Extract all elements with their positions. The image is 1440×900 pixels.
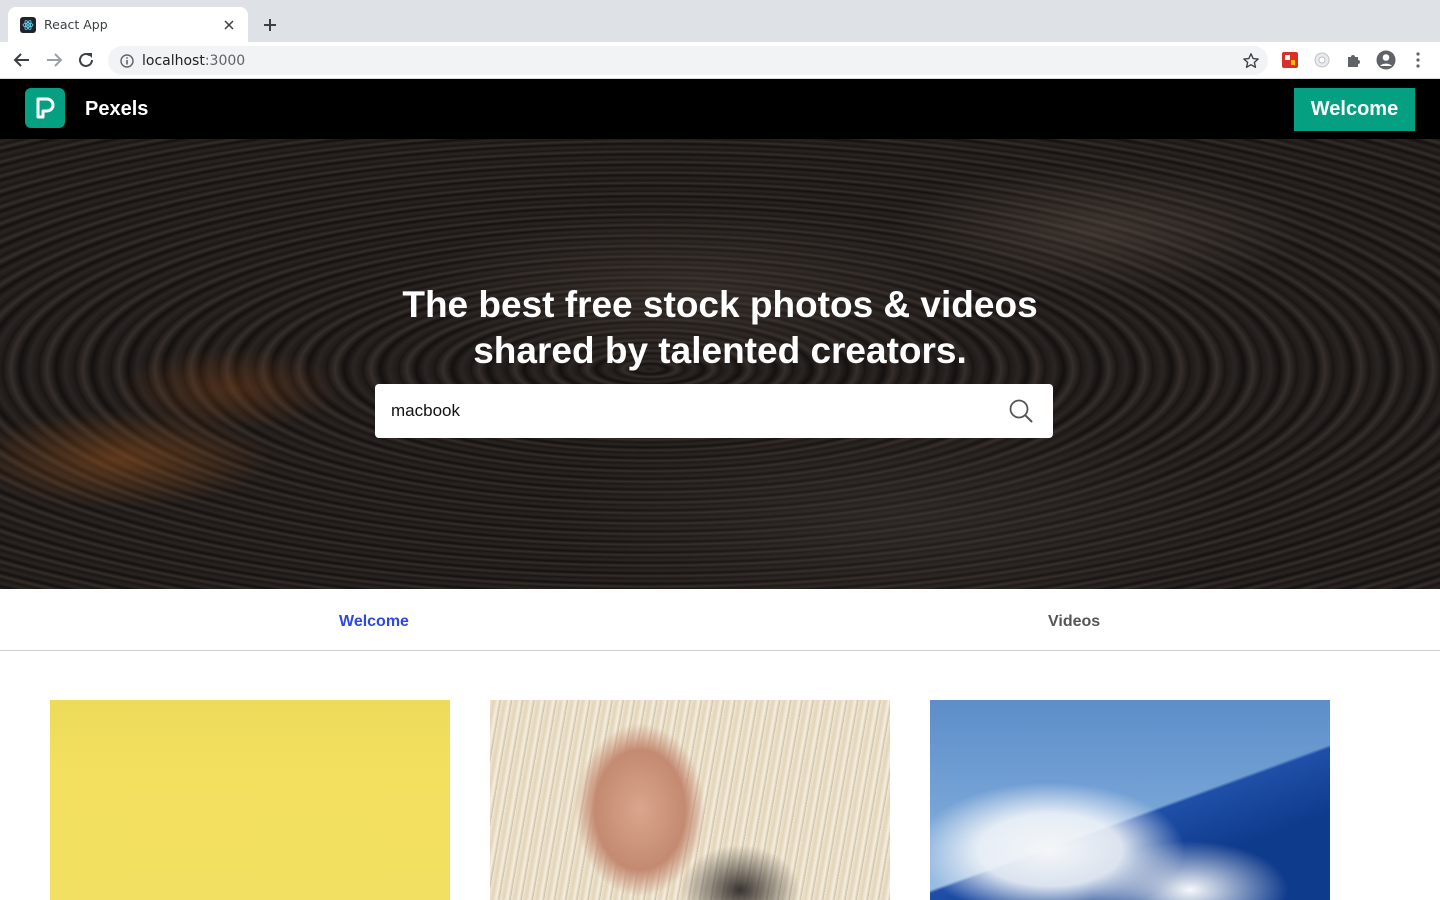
hero-title-line-2: shared by talented creators. <box>473 330 967 371</box>
tab-videos[interactable]: Videos <box>1048 613 1100 631</box>
puzzle-extensions-icon[interactable] <box>1344 50 1364 70</box>
search-input[interactable] <box>391 384 991 438</box>
back-arrow-icon[interactable] <box>10 48 34 72</box>
hero-banner: The best free stock photos & videos shar… <box>0 139 1440 589</box>
search-icon[interactable] <box>1008 398 1034 424</box>
forward-arrow-icon[interactable] <box>42 48 66 72</box>
app-header: Pexels Welcome <box>0 79 1440 139</box>
welcome-button[interactable]: Welcome <box>1294 88 1415 131</box>
content-tabs: Welcome Videos <box>0 589 1440 651</box>
profile-avatar-icon[interactable] <box>1376 50 1396 70</box>
new-tab-icon[interactable] <box>258 13 282 37</box>
address-bar[interactable]: localhost:3000 <box>108 46 1268 75</box>
hero-title-line-1: The best free stock photos & videos <box>402 284 1038 325</box>
photo-card[interactable] <box>50 700 450 900</box>
browser-tab[interactable]: React App <box>8 7 248 42</box>
extension-red-icon[interactable] <box>1280 50 1300 70</box>
browser-tab-strip: React App <box>0 0 1440 42</box>
url-port: :3000 <box>204 52 246 69</box>
extension-gray-icon[interactable] <box>1312 50 1332 70</box>
url-host: localhost <box>142 52 205 69</box>
browser-tab-title: React App <box>44 17 108 32</box>
info-icon[interactable] <box>120 53 134 68</box>
tab-welcome[interactable]: Welcome <box>339 613 409 631</box>
search-box <box>375 384 1053 438</box>
brand-name[interactable]: Pexels <box>85 98 148 121</box>
react-favicon-icon <box>20 16 36 33</box>
browser-toolbar: localhost:3000 <box>0 42 1440 79</box>
photo-card[interactable] <box>490 700 890 900</box>
bookmark-star-icon[interactable] <box>1242 52 1260 70</box>
browser-menu-icon[interactable] <box>1408 50 1428 70</box>
close-tab-icon[interactable] <box>220 16 238 34</box>
pexels-logo-icon[interactable] <box>25 88 65 128</box>
hero-title: The best free stock photos & videos shar… <box>320 282 1120 374</box>
reload-icon[interactable] <box>74 48 98 72</box>
photo-card[interactable] <box>930 700 1330 900</box>
